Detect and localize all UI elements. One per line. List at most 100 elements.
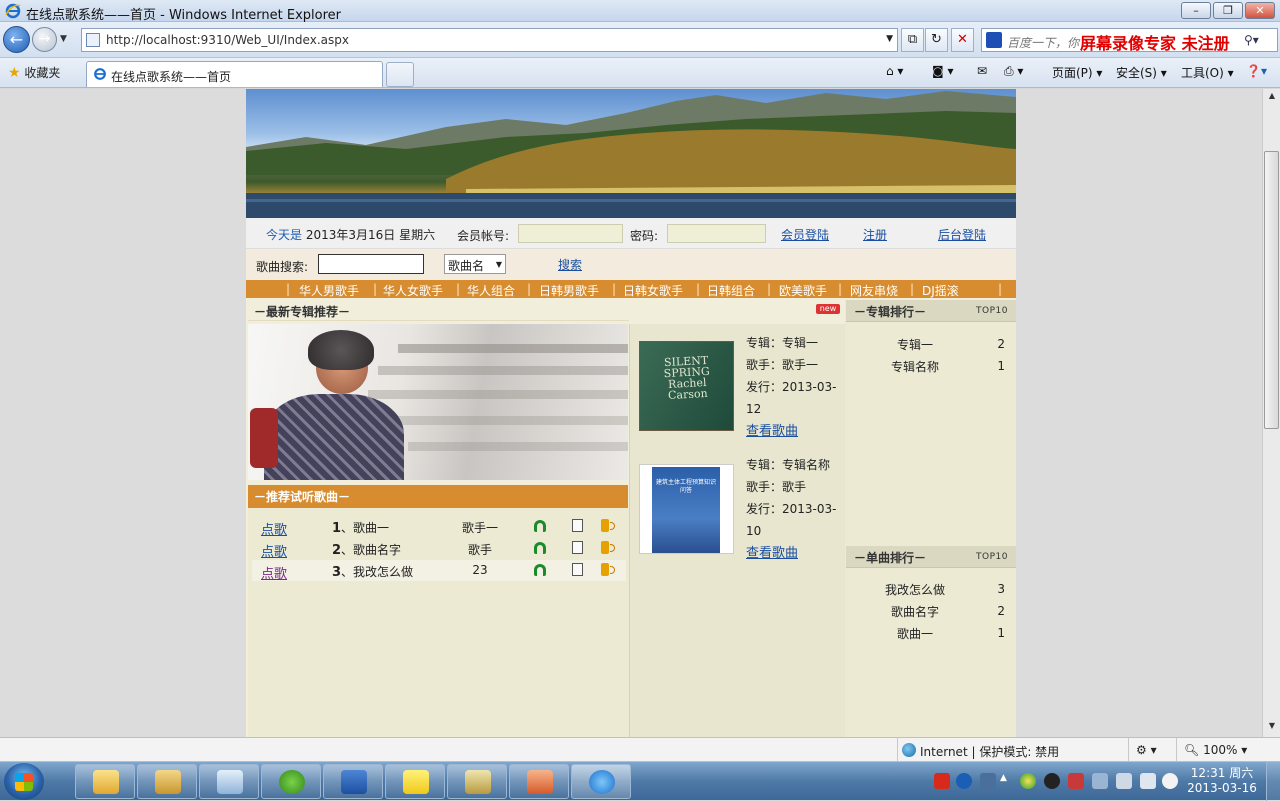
member-login-link[interactable]: 会员登陆 (781, 226, 829, 243)
forward-button[interactable]: → (32, 27, 57, 52)
print-icon[interactable]: ⎙ ▾ (1004, 64, 1023, 79)
start-button[interactable] (4, 763, 44, 800)
headphones-icon[interactable] (534, 520, 546, 532)
view-songs-link[interactable]: 查看歌曲 (746, 546, 798, 561)
popup-blocker-icon[interactable]: ⚙ ▾ (1136, 743, 1157, 757)
feeds-icon[interactable]: ◙ ▾ (932, 64, 953, 78)
security-zone[interactable]: Internet | 保护模式: 禁用 (920, 743, 1059, 760)
category-chinese-male[interactable]: 华人男歌手 (299, 282, 359, 299)
new-tab-button[interactable] (386, 62, 414, 87)
taskbar-internet-explorer[interactable] (571, 764, 631, 799)
display-tray-icon[interactable] (1140, 773, 1156, 789)
category-medley[interactable]: 网友串烧 (850, 282, 898, 299)
category-jk-group[interactable]: 日韩组合 (707, 282, 755, 299)
volume-icon[interactable] (1116, 773, 1132, 789)
request-song-link[interactable]: 点歌 (261, 563, 287, 582)
maximize-button[interactable]: ❐ (1213, 2, 1243, 19)
speaker-icon[interactable] (601, 563, 615, 576)
scroll-thumb[interactable] (1264, 151, 1279, 429)
minimize-button[interactable]: – (1181, 2, 1211, 19)
compatibility-view-button[interactable]: ⧉ (901, 28, 924, 52)
taskbar-sticky-notes[interactable] (385, 764, 445, 799)
taskbar-file-explorer[interactable] (137, 764, 197, 799)
category-western[interactable]: 欧美歌手 (779, 282, 827, 299)
album-rank-name[interactable]: 专辑名称 (875, 358, 955, 375)
song-search-input[interactable] (318, 254, 424, 274)
request-song-link[interactable]: 点歌 (261, 519, 287, 538)
taskbar-dreamweaver[interactable] (261, 764, 321, 799)
request-song-link[interactable]: 点歌 (261, 541, 287, 560)
headphones-icon[interactable] (534, 564, 546, 576)
help-icon[interactable]: ❓▾ (1246, 64, 1267, 78)
song-rank-name[interactable]: 歌曲名字 (875, 603, 955, 620)
album-rank-count: 2 (997, 337, 1005, 351)
network-tray-icon[interactable] (980, 773, 996, 789)
safety-menu[interactable]: 安全(S) ▾ (1116, 64, 1167, 81)
taskbar-tool[interactable] (509, 764, 569, 799)
tab-index[interactable]: 在线点歌系统——首页 (86, 61, 383, 87)
history-dropdown-icon[interactable]: ▼ (60, 34, 67, 44)
weather-tray-icon[interactable] (1162, 773, 1178, 789)
search-box[interactable]: 百度一下，你 屏幕录像专家 未注册 ⚲▾ (981, 28, 1278, 53)
category-nav-bar: | 华人男歌手 | 华人女歌手 | 华人组合 | 日韩男歌手 | 日韩女歌手 |… (246, 280, 1016, 298)
password-input[interactable] (667, 224, 766, 243)
stop-button[interactable]: ✕ (951, 28, 974, 52)
favorites-button[interactable]: ★ 收藏夹 (8, 64, 60, 81)
tray-expand-icon[interactable]: ▲ (1000, 773, 1010, 789)
show-desktop-button[interactable] (1266, 762, 1280, 801)
taskbar-screen-recorder[interactable] (447, 764, 507, 799)
taskbar-explorer-libraries[interactable] (75, 764, 135, 799)
album-cover[interactable]: SILENT SPRING Rachel Carson (639, 341, 734, 431)
search-button[interactable]: 搜索 (558, 256, 582, 273)
scroll-down-icon[interactable]: ▼ (1265, 721, 1279, 735)
qq-tray-icon[interactable] (1044, 773, 1060, 789)
vertical-scrollbar[interactable]: ▲ ▼ (1262, 89, 1280, 737)
taskbar-notepad[interactable] (199, 764, 259, 799)
help-tray-icon[interactable] (956, 773, 972, 789)
sogou-ime-icon[interactable] (934, 773, 950, 789)
lyrics-icon[interactable] (572, 541, 583, 554)
search-type-select[interactable]: 歌曲名 ▼ (444, 254, 506, 274)
featured-photo[interactable] (248, 324, 628, 480)
category-dj[interactable]: DJ摇滚 (922, 282, 959, 299)
album-cover[interactable]: 建筑主体工程预算知识问答 (639, 464, 734, 554)
close-window-button[interactable]: ✕ (1245, 2, 1275, 19)
flag-tray-icon[interactable] (1068, 773, 1084, 789)
address-url[interactable]: http://localhost:9310/Web_UI/Index.aspx (106, 33, 349, 47)
category-chinese-female[interactable]: 华人女歌手 (383, 282, 443, 299)
category-chinese-group[interactable]: 华人组合 (467, 282, 515, 299)
device-tray-icon[interactable] (1092, 773, 1108, 789)
system-clock[interactable]: 12:31 周六 2013-03-16 (1184, 766, 1260, 796)
song-rank-name[interactable]: 歌曲一 (875, 625, 955, 642)
page-menu[interactable]: 页面(P) ▾ (1052, 64, 1102, 81)
album-name: 专辑：专辑一 (746, 336, 819, 350)
account-input[interactable] (518, 224, 623, 243)
search-icon[interactable]: ⚲▾ (1244, 33, 1259, 47)
speaker-icon[interactable] (601, 519, 615, 532)
address-bar[interactable]: http://localhost:9310/Web_UI/Index.aspx … (81, 28, 898, 52)
song-name: 2、歌曲名字 (332, 543, 402, 558)
lyrics-icon[interactable] (572, 519, 583, 532)
headphones-icon[interactable] (534, 542, 546, 554)
refresh-button[interactable]: ↻ (925, 28, 948, 52)
zoom-level[interactable]: 🔍︎ 100% ▾ (1184, 743, 1247, 757)
view-songs-link[interactable]: 查看歌曲 (746, 424, 798, 439)
lyrics-icon[interactable] (572, 563, 583, 576)
home-icon[interactable]: ⌂ ▾ (886, 64, 903, 78)
recommended-songs-list: 点歌 1、歌曲一 歌手一 点歌 2、歌曲名字 歌手 点歌 3、我改怎么做 23 (248, 508, 629, 737)
tools-menu[interactable]: 工具(O) ▾ (1181, 64, 1234, 81)
login-row: 今天是 2013年3月16日 星期六 会员帐号: 密码: 会员登陆 注册 后台登… (246, 218, 1016, 249)
mail-icon[interactable]: ✉ (977, 64, 987, 78)
speaker-icon[interactable] (601, 541, 615, 554)
album-rank-name[interactable]: 专辑一 (875, 336, 955, 353)
category-jk-male[interactable]: 日韩男歌手 (539, 282, 599, 299)
security-tray-icon[interactable] (1020, 773, 1036, 789)
taskbar-word[interactable] (323, 764, 383, 799)
register-link[interactable]: 注册 (863, 226, 887, 243)
category-jk-female[interactable]: 日韩女歌手 (623, 282, 683, 299)
address-dropdown-icon[interactable]: ▼ (886, 34, 893, 44)
song-rank-name[interactable]: 我改怎么做 (875, 581, 955, 598)
back-button[interactable]: ← (3, 26, 30, 53)
scroll-up-icon[interactable]: ▲ (1265, 91, 1279, 105)
admin-login-link[interactable]: 后台登陆 (938, 226, 986, 243)
